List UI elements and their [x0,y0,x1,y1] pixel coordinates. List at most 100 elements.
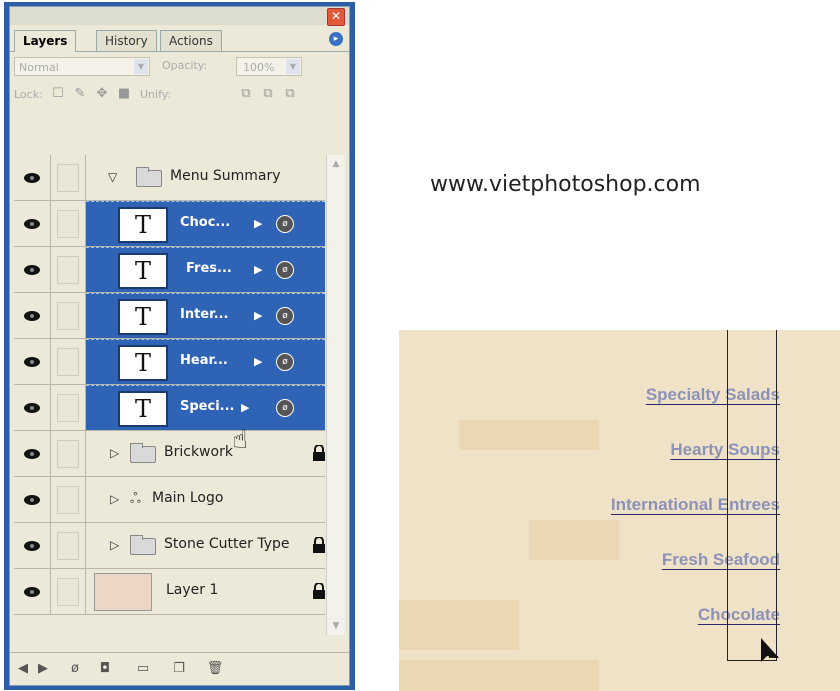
visibility-eye-icon[interactable] [14,431,51,476]
new-group-icon[interactable]: ▭ [134,661,152,677]
link-cell[interactable] [51,523,86,568]
visibility-eye-icon[interactable] [14,385,51,430]
expand-triangle-icon[interactable]: ▷ [110,446,119,460]
link-cell[interactable] [51,293,86,338]
effects-arrow-icon[interactable]: ▶ [241,401,249,414]
layer-content[interactable]: ▽ Menu Summary [86,155,325,200]
expand-triangle-icon[interactable]: ▷ [110,538,119,552]
link-cell[interactable] [51,339,86,384]
tab-layers[interactable]: Layers [14,30,77,52]
layers-panel-window: ✕ Layers History Actions ▸ Normal ▼ Opac… [4,2,355,690]
link-cell[interactable] [51,431,86,476]
folder-icon [136,167,162,187]
expand-triangle-icon[interactable]: ▷ [110,492,119,506]
layer-thumbnail [94,573,152,611]
visibility-eye-icon[interactable] [14,201,51,246]
scroll-up-icon[interactable]: ▲ [328,156,344,172]
effects-arrow-icon[interactable]: ▶ [254,217,262,230]
expand-triangle-icon[interactable]: ▽ [108,170,117,184]
link-cell[interactable] [51,201,86,246]
layers-scrollbar[interactable]: ▲ ▼ [326,155,345,635]
layer-row-specialty[interactable]: T Speci... ▶ ø [14,385,325,431]
layer-style-icon[interactable]: ø [66,661,84,677]
layer-content[interactable]: T Inter... ▶ ø [86,293,325,338]
blend-mode-value: Normal [19,61,59,74]
effects-arrow-icon[interactable]: ▶ [254,309,262,322]
lock-position-icon[interactable]: ✥ [94,86,110,102]
link-cell[interactable] [51,247,86,292]
chevron-down-icon: ▼ [286,59,300,74]
layer-content[interactable]: ▷ Stone Cutter Type [86,523,325,568]
layer-name: Speci... [180,399,235,414]
lock-row: Lock: ☐ ✎ ✥ ■ Unify: ⧉ ⧉ ⧉ [10,83,349,107]
layer-content[interactable]: T Hear... ▶ ø [86,339,325,384]
layer-row-fresh[interactable]: T Fres... ▶ ø [14,247,325,293]
opacity-value: 100% [243,61,275,74]
layer-content[interactable]: Layer 1 [86,569,325,614]
layer-row-international[interactable]: T Inter... ▶ ø [14,293,325,339]
next-icon[interactable]: ▶ [34,661,52,677]
effects-arrow-icon[interactable]: ▶ [254,355,262,368]
link-cell[interactable] [51,477,86,522]
new-layer-icon[interactable]: ❐ [170,661,188,677]
visibility-eye-icon[interactable] [14,247,51,292]
link-cell[interactable] [51,569,86,614]
background-stone [399,660,599,691]
opacity-label: Opacity: [162,59,208,72]
layer-name: Menu Summary [170,168,281,184]
mask-icon[interactable]: ◘ [96,661,114,677]
visibility-eye-icon[interactable] [14,523,51,568]
lock-icon [313,445,325,461]
link-cell[interactable] [51,385,86,430]
scroll-down-icon[interactable]: ▼ [328,618,344,634]
layer-content[interactable]: ▷ Brickwork [86,431,325,476]
layer-row-chocolate[interactable]: T Choc... ▶ ø [14,201,325,247]
unify-visibility-icon[interactable]: ⧉ [260,86,276,102]
layer-name: Brickwork [164,444,233,460]
prev-icon[interactable]: ◀ [14,661,32,677]
lock-transparency-icon[interactable]: ☐ [50,86,66,102]
visibility-eye-icon[interactable] [14,155,51,200]
layer-row-layer-1[interactable]: Layer 1 [14,569,325,615]
visibility-eye-icon[interactable] [14,569,51,614]
close-button[interactable]: ✕ [327,8,345,26]
layer-style-icon: ø [276,215,294,233]
tab-history[interactable]: History [96,30,157,51]
layer-content[interactable]: T Choc... ▶ ø [86,201,325,246]
trash-icon[interactable]: 🗑 [206,661,224,677]
visibility-eye-icon[interactable] [14,293,51,338]
layer-row-menu-summary[interactable]: ▽ Menu Summary [14,155,325,201]
layer-row-stone-cutter-type[interactable]: ▷ Stone Cutter Type [14,523,325,569]
link-cell[interactable] [51,155,86,200]
layer-name: Stone Cutter Type [164,536,290,552]
layer-row-main-logo[interactable]: ▷ ஃ Main Logo [14,477,325,523]
layer-row-brickwork[interactable]: ▷ Brickwork [14,431,325,477]
lock-icon [313,537,325,553]
unify-label: Unify: [140,88,172,101]
text-layer-thumbnail: T [118,345,168,381]
smart-object-icon: ஃ [130,491,141,507]
panel-bottom-toolbar: ◀ ▶ ø ◘ ▭ ❐ 🗑 [10,652,349,685]
layer-content[interactable]: T Fres... ▶ ø [86,247,325,292]
layer-content[interactable]: T Speci... ▶ ø [86,385,325,430]
lock-all-icon[interactable]: ■ [116,86,132,102]
background-stone [459,420,599,450]
layer-content[interactable]: ▷ ஃ Main Logo [86,477,325,522]
visibility-eye-icon[interactable] [14,477,51,522]
arrow-cursor-icon [761,638,779,662]
selection-bounding-box[interactable] [727,330,777,661]
folder-icon [130,535,156,555]
layer-name: Hear... [180,353,228,368]
panel-titlebar[interactable]: ✕ [10,7,349,26]
blend-mode-select[interactable]: Normal ▼ [14,57,150,76]
layer-name: Layer 1 [166,582,219,598]
opacity-field[interactable]: 100% ▼ [236,57,302,76]
unify-position-icon[interactable]: ⧉ [238,86,254,102]
panel-menu-button[interactable]: ▸ [329,32,343,46]
effects-arrow-icon[interactable]: ▶ [254,263,262,276]
visibility-eye-icon[interactable] [14,339,51,384]
layer-row-hearty[interactable]: T Hear... ▶ ø [14,339,325,385]
unify-style-icon[interactable]: ⧉ [282,86,298,102]
tab-actions[interactable]: Actions [160,30,222,51]
lock-pixels-icon[interactable]: ✎ [72,86,88,102]
